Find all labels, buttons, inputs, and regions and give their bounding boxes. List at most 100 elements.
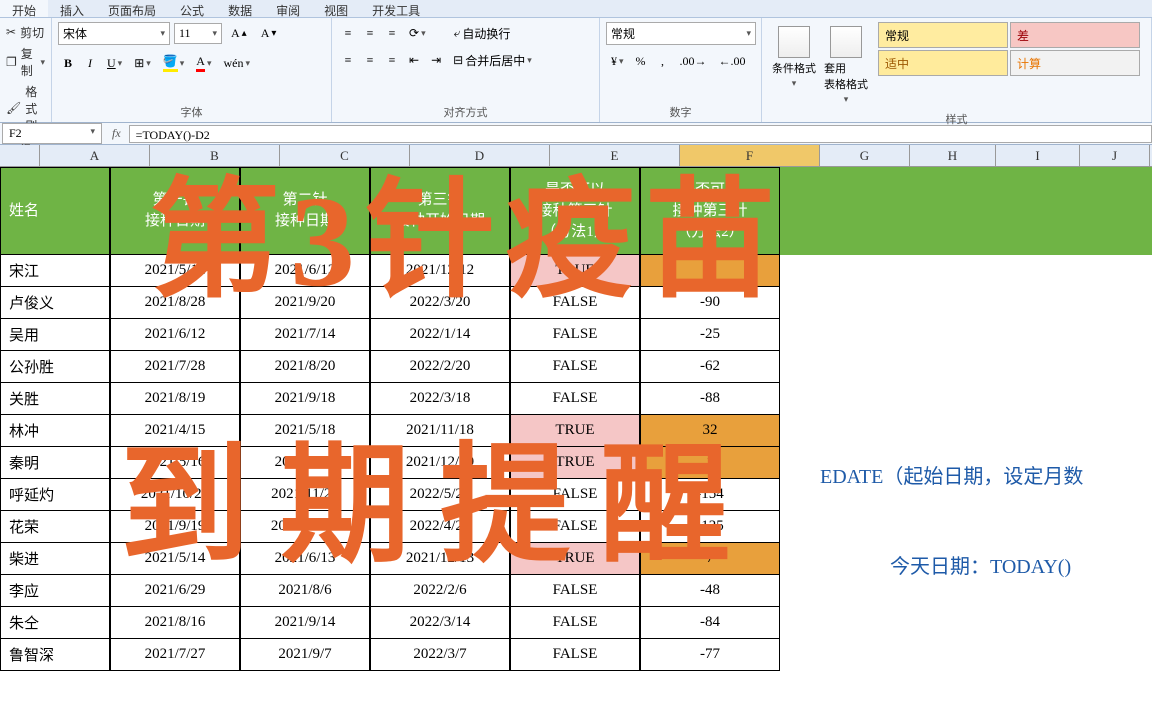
cell[interactable]: 2022/1/14 (370, 319, 510, 351)
font-color-button[interactable]: A▾ (191, 51, 216, 75)
cell[interactable]: FALSE (510, 479, 640, 511)
cut-button[interactable]: ✂剪切 (6, 22, 45, 43)
cell[interactable]: -77 (640, 639, 780, 671)
cell[interactable]: 2021/10/24 (240, 511, 370, 543)
col-header-j[interactable]: J (1080, 145, 1150, 166)
align-top-button[interactable]: ≡ (338, 22, 358, 45)
cell[interactable]: 2021/9/14 (240, 607, 370, 639)
tab-formula[interactable]: 公式 (168, 0, 216, 17)
cell[interactable]: FALSE (510, 287, 640, 319)
formula-input[interactable]: =TODAY()-D2 (129, 125, 1152, 143)
cell[interactable]: 2021/6/13 (240, 543, 370, 575)
cell[interactable]: 2021/6/12 (240, 255, 370, 287)
bold-button[interactable]: B (58, 51, 78, 75)
cell[interactable]: 2022/4/24 (370, 511, 510, 543)
table-row[interactable]: 鲁智深2021/7/272021/9/72022/3/7FALSE-77 (0, 639, 1152, 671)
cell[interactable]: 2021/11/23 (240, 479, 370, 511)
cell[interactable]: 花荣 (0, 511, 110, 543)
cell[interactable]: FALSE (510, 639, 640, 671)
col-header-f[interactable]: F (680, 145, 820, 166)
cell[interactable]: 2022/5/23 (370, 479, 510, 511)
cell[interactable]: -48 (640, 575, 780, 607)
align-right-button[interactable]: ≡ (382, 49, 402, 72)
cell[interactable]: TRUE (510, 255, 640, 287)
tab-dev[interactable]: 开发工具 (360, 0, 432, 17)
name-box[interactable]: F2▾ (2, 123, 102, 144)
orientation-button[interactable]: ⟳▾ (404, 22, 431, 45)
align-middle-button[interactable]: ≡ (360, 22, 380, 45)
tab-view[interactable]: 视图 (312, 0, 360, 17)
table-row[interactable]: 宋江2021/5/122021/6/122021/12/12TRUE8 (0, 255, 1152, 287)
shrink-font-button[interactable]: A▾ (256, 23, 282, 44)
align-bottom-button[interactable]: ≡ (382, 22, 402, 45)
cell[interactable]: 柴进 (0, 543, 110, 575)
copy-button[interactable]: ❐复制▾ (6, 43, 45, 81)
table-row[interactable]: 朱仝2021/8/162021/9/142022/3/14FALSE-84 (0, 607, 1152, 639)
cell[interactable]: -84 (640, 607, 780, 639)
cell[interactable]: 2021/9/18 (240, 383, 370, 415)
cell[interactable]: 2021/5/14 (110, 543, 240, 575)
tab-data[interactable]: 数据 (216, 0, 264, 17)
cell[interactable]: 呼延灼 (0, 479, 110, 511)
col-header-h[interactable]: H (910, 145, 996, 166)
col-header-c[interactable]: C (280, 145, 410, 166)
cell[interactable]: 2021/6/29 (110, 575, 240, 607)
cell[interactable]: 2022/3/18 (370, 383, 510, 415)
inc-decimal-button[interactable]: .00→ (675, 51, 712, 72)
tab-review[interactable]: 审阅 (264, 0, 312, 17)
cell[interactable]: -125 (640, 511, 780, 543)
table-row[interactable]: 公孙胜2021/7/282021/8/202022/2/20FALSE-62 (0, 351, 1152, 383)
col-header-b[interactable]: B (150, 145, 280, 166)
cell[interactable]: 鲁智深 (0, 639, 110, 671)
col-header-i[interactable]: I (996, 145, 1080, 166)
col-header-e[interactable]: E (550, 145, 680, 166)
grow-font-button[interactable]: A▴ (226, 23, 252, 44)
cell[interactable]: 2022/3/7 (370, 639, 510, 671)
cell-styles-gallery[interactable]: 常规 差 适中 计算 (878, 22, 1140, 109)
table-row[interactable]: 吴用2021/6/122021/7/142022/1/14FALSE-25 (0, 319, 1152, 351)
cell[interactable]: 2022/2/6 (370, 575, 510, 607)
cell[interactable]: 林冲 (0, 415, 110, 447)
style-normal[interactable]: 常规 (878, 22, 1008, 48)
cell[interactable]: 2021/5/16 (110, 447, 240, 479)
cell[interactable]: -88 (640, 383, 780, 415)
cell[interactable]: 2021/9/19 (110, 511, 240, 543)
table-row[interactable]: 林冲2021/4/152021/5/182021/11/18TRUE32 (0, 415, 1152, 447)
cell[interactable]: 秦明 (0, 447, 110, 479)
cell[interactable]: 2022/3/20 (370, 287, 510, 319)
fx-icon[interactable]: fx (104, 126, 129, 141)
cell[interactable]: 2021/8/16 (110, 607, 240, 639)
italic-button[interactable]: I (80, 51, 100, 75)
cell[interactable]: 2021/9/20 (240, 287, 370, 319)
cell[interactable]: FALSE (510, 319, 640, 351)
cell[interactable]: 2021/12/19 (370, 447, 510, 479)
number-format-select[interactable]: 常规▾ (606, 22, 756, 45)
cell[interactable]: 2021/5/18 (240, 415, 370, 447)
cell[interactable]: 2021/4/15 (110, 415, 240, 447)
fill-color-button[interactable]: 🪣▾ (158, 51, 189, 75)
cell[interactable]: 2022/2/20 (370, 351, 510, 383)
cell[interactable]: 宋江 (0, 255, 110, 287)
cell[interactable]: 关胜 (0, 383, 110, 415)
cell[interactable]: 2021/6/12 (110, 319, 240, 351)
cell[interactable]: TRUE (510, 447, 640, 479)
cell[interactable]: 2021/12/13 (370, 543, 510, 575)
cell[interactable]: 2021/8/6 (240, 575, 370, 607)
percent-button[interactable]: % (631, 51, 651, 72)
cell[interactable]: 吴用 (0, 319, 110, 351)
cell[interactable]: 卢俊义 (0, 287, 110, 319)
style-bad[interactable]: 差 (1010, 22, 1140, 48)
cell[interactable]: 2021/7/27 (110, 639, 240, 671)
cell[interactable]: FALSE (510, 511, 640, 543)
style-calc[interactable]: 计算 (1010, 50, 1140, 76)
cell[interactable]: 2021/8/20 (240, 351, 370, 383)
select-all-corner[interactable] (0, 145, 40, 166)
cell[interactable]: FALSE (510, 575, 640, 607)
cell[interactable]: 2021/7/28 (110, 351, 240, 383)
cell[interactable]: FALSE (510, 351, 640, 383)
cell[interactable]: 2021/10/25 (110, 479, 240, 511)
tab-home[interactable]: 开始 (0, 0, 48, 17)
tab-insert[interactable]: 插入 (48, 0, 96, 17)
indent-dec-button[interactable]: ⇤ (404, 49, 424, 72)
table-row[interactable]: 关胜2021/8/192021/9/182022/3/18FALSE-88 (0, 383, 1152, 415)
